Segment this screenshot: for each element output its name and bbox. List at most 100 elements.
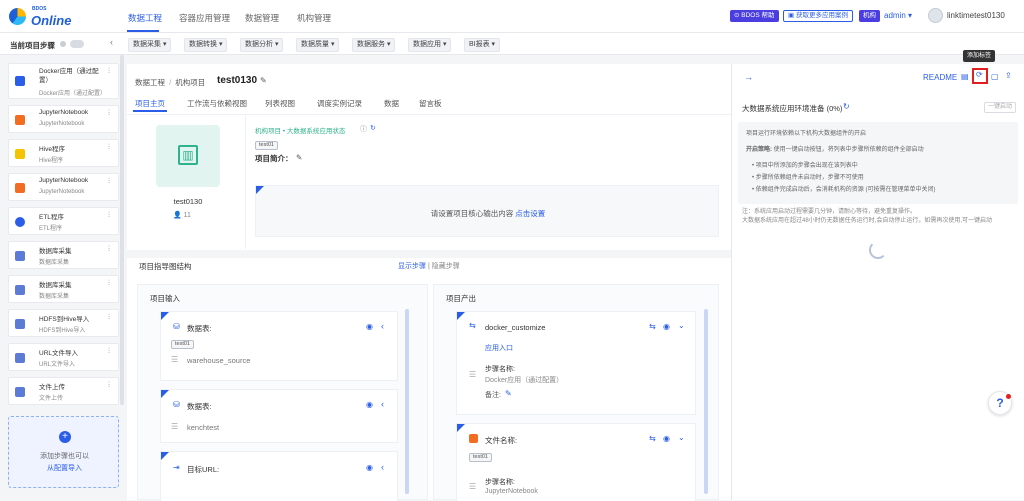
chevron-left-icon[interactable]: ‹ — [381, 321, 384, 331]
edit-note-icon[interactable]: ✎ — [505, 389, 512, 398]
module-data-app[interactable]: 数据应用 ▾ — [408, 38, 452, 52]
add-step-box[interactable]: + 添加步骤也可以 从配置导入 — [8, 416, 119, 488]
tab-message-board[interactable]: 留言板 — [419, 98, 442, 109]
refresh-icon[interactable]: ↻ — [843, 102, 850, 111]
chevron-down-icon[interactable]: ⌄ — [678, 433, 685, 442]
nav-tab-data-management[interactable]: 数据管理 — [245, 12, 279, 24]
module-data-service[interactable]: 数据服务 ▾ — [352, 38, 396, 52]
module-bi-report[interactable]: BI报表 ▾ — [464, 38, 501, 52]
more-icon[interactable]: ⋯ — [104, 381, 112, 388]
project-name: test0130 — [173, 197, 203, 206]
onekey-start-button[interactable]: 一键启动 — [984, 102, 1017, 113]
plus-icon[interactable]: + — [59, 431, 71, 443]
module-data-quality[interactable]: 数据质量 ▾ — [296, 38, 340, 52]
more-icon[interactable]: ⋯ — [104, 313, 112, 320]
nav-tab-container-apps[interactable]: 容器应用管理 — [179, 12, 230, 24]
edit-icon[interactable]: ✎ — [260, 76, 267, 85]
tab-underline — [133, 110, 167, 112]
list-item[interactable]: Hive程序 Hive程序 ⋯ — [8, 139, 119, 167]
output-item[interactable]: ⇆ docker_customize ⇆ ◉ ⌄ 应用入口 ☰ 步骤名称: Do… — [456, 311, 696, 415]
module-data-collect[interactable]: 数据采集 ▾ — [128, 38, 172, 52]
user-name[interactable]: linktimetest0130 — [947, 11, 1005, 20]
more-icon[interactable]: ⋯ — [104, 67, 112, 74]
sidebar-scrollbar[interactable] — [120, 55, 124, 405]
list-item[interactable]: ETL程序 ETL程序 ⋯ — [8, 207, 119, 235]
breadcrumb-data-eng[interactable]: 数据工程 — [135, 78, 165, 87]
app-entry-link[interactable]: 应用入口 — [485, 343, 513, 353]
edit-intro-icon[interactable]: ✎ — [296, 153, 302, 162]
output-item[interactable]: 文件名称: ⇆ ◉ ⌄ test01 ☰ 步骤名称: JupyterNotebo… — [456, 423, 696, 501]
tab-list-view[interactable]: 列表视图 — [265, 98, 295, 109]
chevron-left-icon[interactable]: ‹ — [381, 399, 384, 409]
user-avatar[interactable] — [928, 8, 943, 23]
view-icon[interactable]: ◉ — [663, 322, 670, 331]
hive-icon — [15, 149, 25, 159]
nav-tab-data-engineering[interactable]: 数据工程 — [128, 12, 162, 24]
step-type: 文件上传 — [39, 396, 64, 402]
upload-icon[interactable]: ⇪ — [1005, 71, 1012, 80]
list-item[interactable]: JupyterNotebook JupyterNotebook ⋯ — [8, 173, 119, 201]
more-icon[interactable]: ⋯ — [104, 143, 112, 150]
set-core-link[interactable]: 点击设置 — [515, 209, 545, 218]
chevron-left-icon[interactable]: ‹ — [381, 462, 384, 472]
help-label: BDOS 帮助 — [741, 12, 775, 19]
step-toggle[interactable] — [70, 40, 84, 48]
more-icon[interactable]: ⋯ — [104, 177, 112, 184]
collapse-sidebar-icon[interactable]: ‹ — [110, 37, 120, 49]
list-item[interactable]: 文件上传 文件上传 ⋯ — [8, 377, 119, 405]
input-scrollbar[interactable] — [405, 309, 409, 494]
more-icon[interactable]: ⋯ — [104, 211, 112, 218]
list-item[interactable]: 数据库采集 数据库采集 ⋯ — [8, 241, 119, 269]
logo[interactable]: BDOS Online — [9, 6, 71, 28]
view-icon[interactable]: ◉ — [366, 400, 373, 409]
input-item[interactable]: ⛁ 数据表: ◉ ‹ test01 ☰ warehouse_source — [160, 311, 398, 381]
more-icon[interactable]: ⋯ — [104, 347, 112, 354]
more-icon[interactable]: ⋯ — [104, 245, 112, 252]
import-from-config-link[interactable]: 从配置导入 — [9, 463, 120, 473]
step-name: 文件上传 — [39, 384, 65, 391]
tab-workflow[interactable]: 工作流与依赖视图 — [187, 98, 247, 109]
tab-schedule-records[interactable]: 调度实例记录 — [317, 98, 362, 109]
step-type: HDFS到Hive导入 — [39, 328, 86, 334]
input-item[interactable]: ⛁ 数据表: ◉ ‹ ☰ kenchtest — [160, 389, 398, 443]
list-item[interactable]: URL文件导入 URL文件导入 ⋯ — [8, 343, 119, 371]
module-data-analysis[interactable]: 数据分析 ▾ — [240, 38, 284, 52]
more-icon[interactable]: ⋯ — [104, 279, 112, 286]
nav-tab-org-management[interactable]: 机构管理 — [297, 12, 331, 24]
switch-icon[interactable]: ⇆ — [649, 322, 656, 331]
more-icon[interactable]: ⋯ — [104, 109, 112, 116]
view-icon[interactable]: ◉ — [366, 322, 373, 331]
list-item[interactable]: JupyterNotebook JupyterNotebook ⋯ — [8, 105, 119, 133]
switch-icon[interactable]: ⇆ — [649, 434, 656, 443]
docker-icon — [15, 76, 25, 86]
tab-project-home[interactable]: 项目主页 — [135, 98, 165, 109]
step-name: JupyterNotebook — [39, 177, 89, 184]
tab-data[interactable]: 数据 — [384, 98, 399, 109]
list-item[interactable]: HDFS到Hive导入 HDFS到Hive导入 ⋯ — [8, 309, 119, 337]
show-steps-link[interactable]: 显示步骤 — [398, 263, 426, 270]
file-icon[interactable]: ▢ — [991, 72, 999, 81]
refresh-icon[interactable]: ↻ — [370, 124, 376, 132]
chevron-down-icon[interactable]: ⌄ — [678, 321, 685, 330]
module-data-transform[interactable]: 数据转换 ▾ — [184, 38, 228, 52]
readme-tab[interactable]: README — [923, 73, 957, 82]
tag-icon: ⟳ — [976, 70, 983, 79]
output-scrollbar[interactable] — [704, 309, 708, 494]
menu-icon: ☰ — [171, 422, 179, 431]
help-button[interactable]: ⊙ BDOS 帮助 — [730, 10, 779, 22]
view-icon[interactable]: ◉ — [366, 463, 373, 472]
step-visibility: 显示步骤 | 隐藏步骤 — [398, 263, 460, 270]
list-item[interactable]: 数据库采集 数据库采集 ⋯ — [8, 275, 119, 303]
hide-steps-link[interactable]: 隐藏步骤 — [432, 263, 460, 270]
arrow-right-icon[interactable]: → — [744, 72, 753, 82]
list-item[interactable]: Docker应用（通过配置） Docker应用（通过配置） ⋯ — [8, 63, 119, 99]
breadcrumb-org-project[interactable]: 机构项目 — [175, 78, 205, 87]
more-cases-button[interactable]: ▣ 获取更多应用案例 — [783, 10, 853, 22]
document-icon[interactable]: ▤ — [961, 72, 969, 81]
step-type: 数据库采集 — [39, 294, 70, 300]
add-tag-button[interactable]: ⟳ — [972, 68, 988, 84]
input-item[interactable]: ⇥ 目标URL: ◉ ‹ — [160, 451, 398, 501]
view-icon[interactable]: ◉ — [663, 434, 670, 443]
admin-dropdown[interactable]: admin ▾ — [884, 11, 912, 20]
corner-marker — [161, 390, 169, 398]
